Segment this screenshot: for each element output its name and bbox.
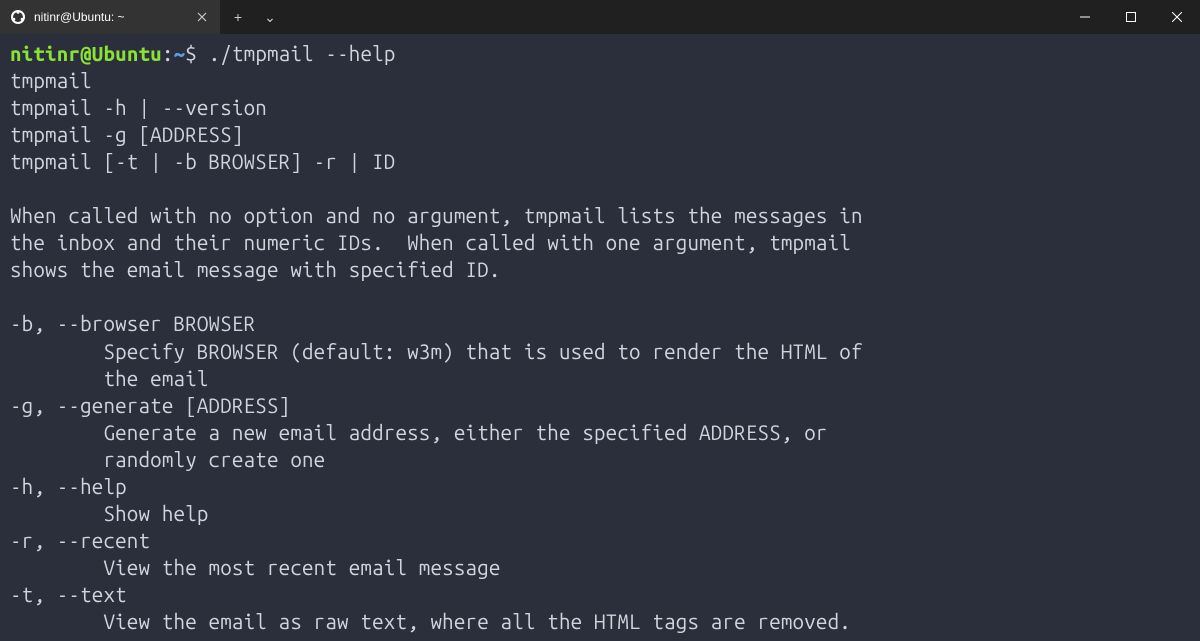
- help-line: -b, --browser BROWSER: [10, 312, 255, 335]
- terminal-output[interactable]: nitinr@Ubuntu:~$ ./tmpmail --help tmpmai…: [0, 34, 1200, 641]
- help-line: Specify BROWSER (default: w3m) that is u…: [10, 340, 863, 363]
- help-line: -r, --recent: [10, 529, 150, 552]
- help-line: Show help: [10, 502, 209, 525]
- prompt-dollar: $: [185, 42, 197, 65]
- help-line: shows the email message with specified I…: [10, 258, 501, 281]
- help-line: tmpmail -h | --version: [10, 96, 267, 119]
- tab-title: nitinr@Ubuntu: ~: [34, 10, 186, 24]
- window-controls: [1062, 0, 1200, 34]
- tab-actions: + ⌄: [220, 0, 288, 34]
- help-line: -h, --help: [10, 475, 127, 498]
- help-line: the email: [10, 367, 209, 390]
- titlebar: nitinr@Ubuntu: ~ + ⌄: [0, 0, 1200, 34]
- prompt-path: ~: [174, 42, 186, 65]
- new-tab-button[interactable]: +: [228, 9, 248, 25]
- help-line: the inbox and their numeric IDs. When ca…: [10, 231, 851, 254]
- help-line: -t, --text: [10, 583, 127, 606]
- minimize-button[interactable]: [1062, 0, 1108, 34]
- help-line: tmpmail [-t | -b BROWSER] -r | ID: [10, 150, 395, 173]
- tab-dropdown-button[interactable]: ⌄: [260, 9, 280, 26]
- help-line: View the email as raw text, where all th…: [10, 610, 851, 633]
- tab-close-button[interactable]: [194, 9, 210, 25]
- prompt-at: @: [80, 42, 92, 65]
- titlebar-drag-area[interactable]: [288, 0, 1062, 34]
- help-line: View the most recent email message: [10, 556, 501, 579]
- prompt-colon: :: [162, 42, 174, 65]
- prompt-host: Ubuntu: [92, 42, 162, 65]
- help-line: -g, --generate [ADDRESS]: [10, 394, 290, 417]
- prompt-user: nitinr: [10, 42, 80, 65]
- ubuntu-icon: [10, 9, 26, 25]
- help-line: tmpmail -g [ADDRESS]: [10, 123, 244, 146]
- prompt-command: ./tmpmail --help: [197, 42, 396, 65]
- tab-active[interactable]: nitinr@Ubuntu: ~: [0, 0, 220, 34]
- help-line: Generate a new email address, either the…: [10, 421, 828, 444]
- help-line: randomly create one: [10, 448, 325, 471]
- close-button[interactable]: [1154, 0, 1200, 34]
- maximize-button[interactable]: [1108, 0, 1154, 34]
- help-line: tmpmail: [10, 69, 92, 92]
- help-line: When called with no option and no argume…: [10, 204, 863, 227]
